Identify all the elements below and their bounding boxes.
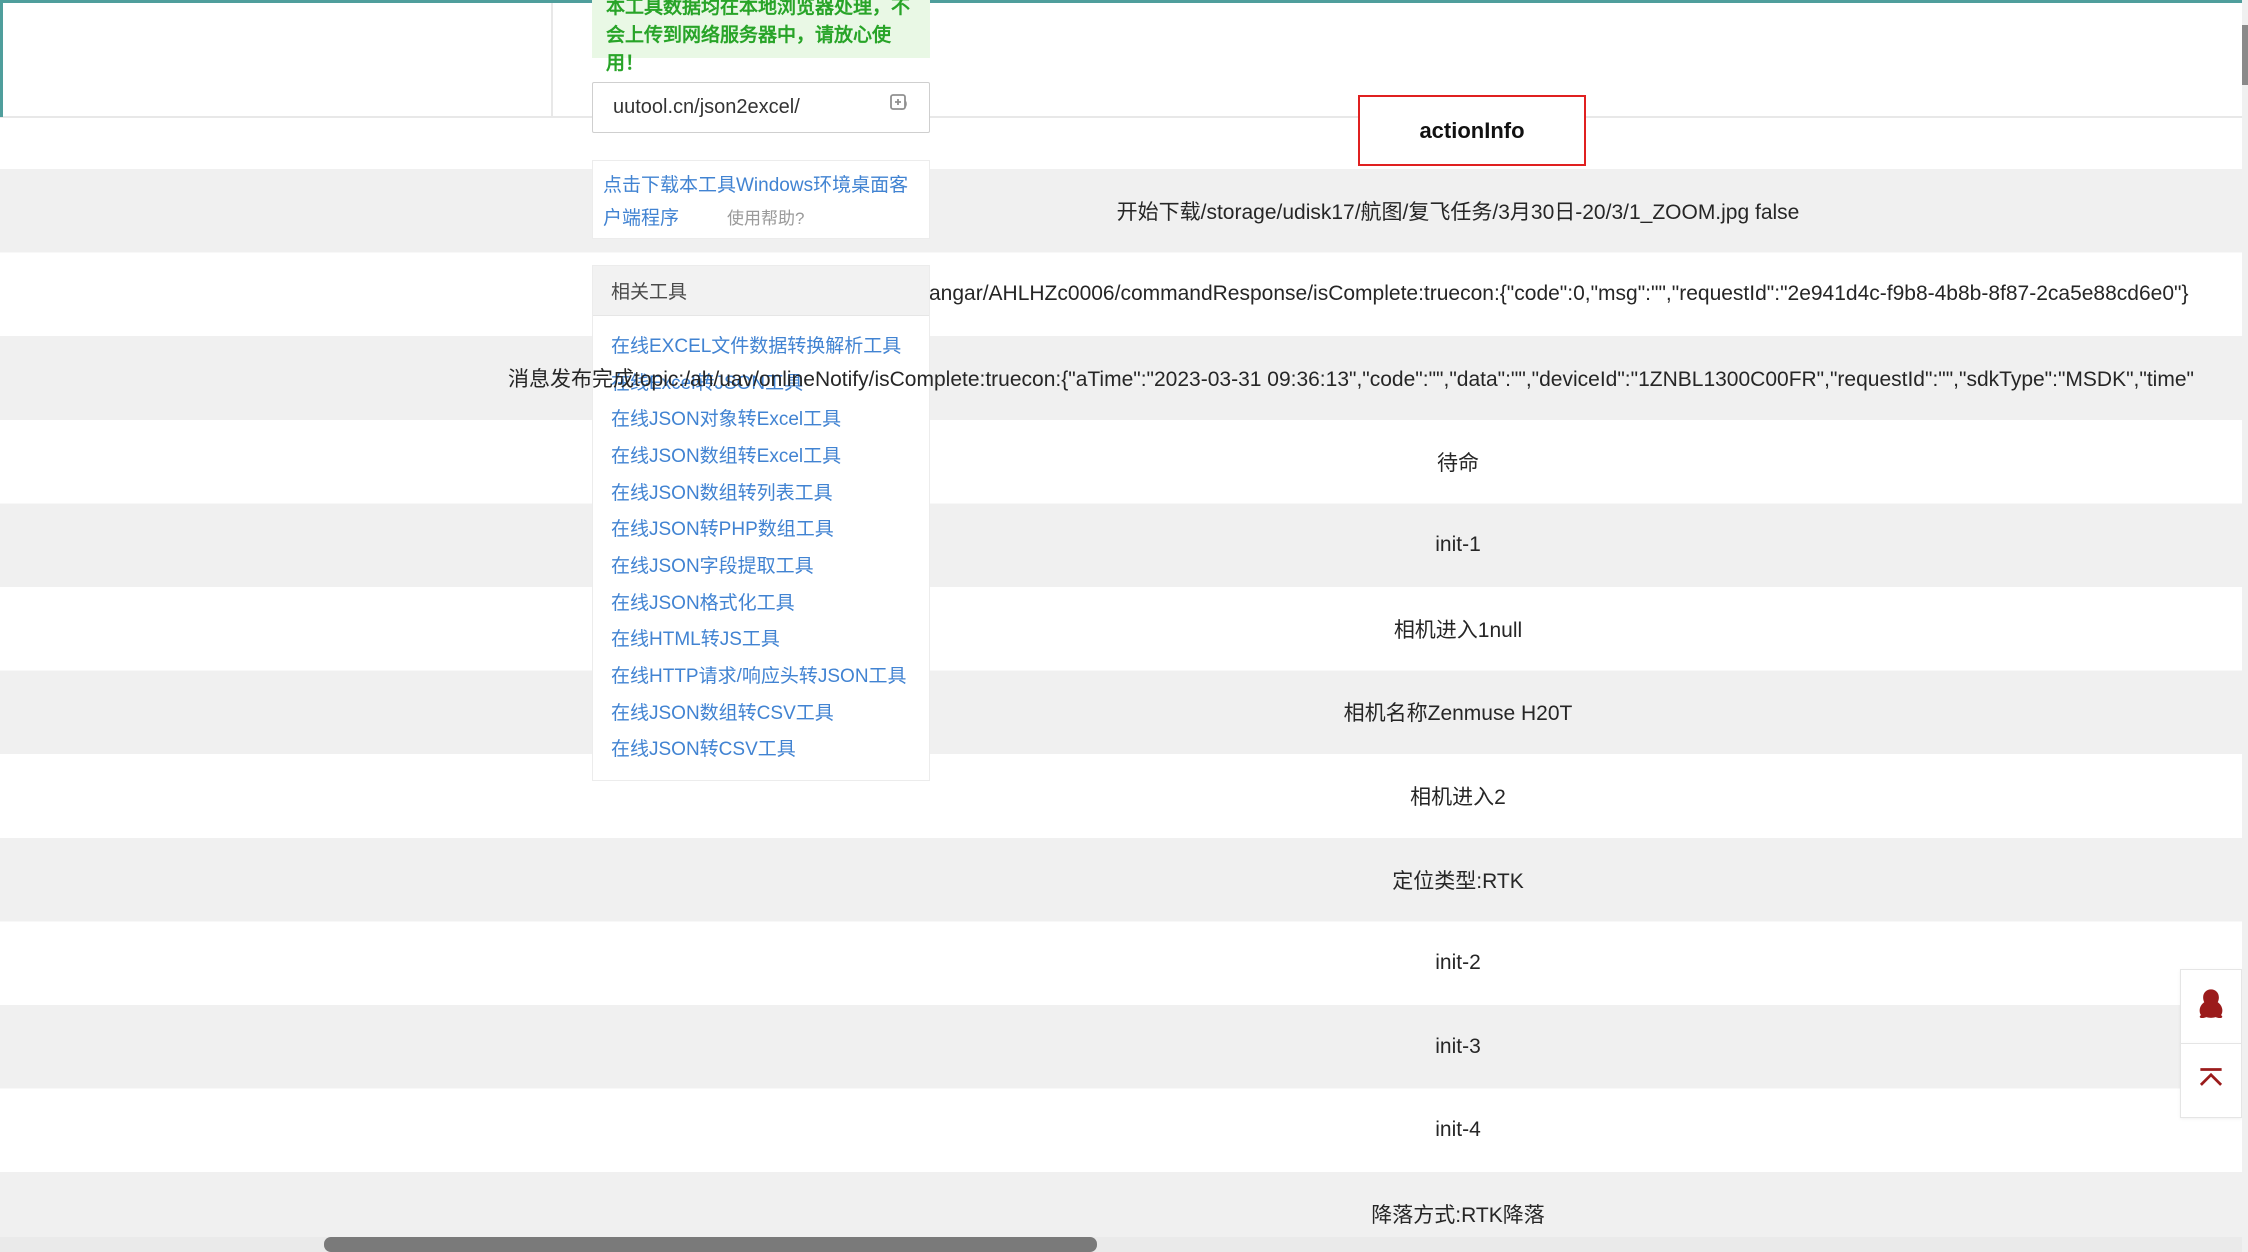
related-tool-link[interactable]: 在线JSON格式化工具 bbox=[611, 588, 795, 615]
vertical-scrollbar-thumb[interactable] bbox=[2242, 25, 2248, 85]
related-tool-link[interactable]: 在线JSON字段提取工具 bbox=[611, 551, 814, 578]
list-item: 在线JSON数组转列表工具 bbox=[611, 473, 929, 510]
row-text: 相机进入2 bbox=[1410, 781, 1506, 811]
list-item: 在线JSON字段提取工具 bbox=[611, 546, 929, 583]
vertical-scrollbar[interactable] bbox=[2242, 0, 2248, 1252]
table-row: init-4 bbox=[668, 1089, 2248, 1173]
table-header-cell-actioninfo[interactable]: actionInfo bbox=[1358, 95, 1586, 166]
textarea-left-border bbox=[0, 0, 3, 117]
list-item: 在线HTML转JS工具 bbox=[611, 620, 929, 657]
table-row: init-3 bbox=[668, 1005, 2248, 1089]
copy-icon bbox=[887, 92, 913, 123]
table-row: 消息发布完成topic:/ah/uav/onlineNotify/isCompl… bbox=[508, 336, 2194, 420]
textarea-top-border bbox=[0, 0, 2248, 3]
related-tool-link[interactable]: 在线JSON数组转CSV工具 bbox=[611, 698, 834, 725]
row-text: 消息发布完成topic:/ah/uav/onlineNotify/isCompl… bbox=[508, 363, 2194, 393]
row-text: init-2 bbox=[1435, 951, 1481, 975]
row-text: 待命 bbox=[1437, 447, 1479, 477]
qq-penguin-icon bbox=[2193, 986, 2229, 1027]
row-text: 相机名称Zenmuse H20T bbox=[1344, 697, 1573, 727]
related-tool-link[interactable]: 在线HTTP请求/响应头转JSON工具 bbox=[611, 661, 907, 688]
tool-url-box[interactable]: uutool.cn/json2excel/ bbox=[592, 82, 930, 133]
row-text: init-1 bbox=[1435, 533, 1481, 557]
related-tool-link[interactable]: 在线JSON数组转Excel工具 bbox=[611, 441, 841, 468]
local-processing-notice: 本工具数据均在本地浏览器处理，不会上传到网络服务器中，请放心使用！ bbox=[592, 0, 930, 58]
table-row: angar/AHLHZc0006/commandResponse/isCompl… bbox=[929, 253, 2188, 337]
list-item: 在线JSON数组转Excel工具 bbox=[611, 436, 929, 473]
table-header-label: actionInfo bbox=[1419, 118, 1524, 144]
usage-help-link[interactable]: 使用帮助? bbox=[727, 209, 804, 228]
table-row: 定位类型:RTK bbox=[668, 838, 2248, 922]
client-download-box: 点击下载本工具Windows环境桌面客户端程序使用帮助? bbox=[592, 160, 930, 239]
page: actionInfo 开始下载/storage/udisk17/航图/复飞任务/… bbox=[0, 0, 2248, 1252]
related-tools-title: 相关工具 bbox=[593, 266, 929, 316]
row-text: 定位类型:RTK bbox=[1392, 865, 1523, 895]
qq-contact-button[interactable] bbox=[2180, 969, 2242, 1044]
row-text: init-4 bbox=[1435, 1118, 1481, 1142]
list-item: 在线JSON数组转CSV工具 bbox=[611, 693, 929, 730]
back-to-top-button[interactable] bbox=[2180, 1043, 2242, 1118]
notice-text: 本工具数据均在本地浏览器处理，不会上传到网络服务器中，请放心使用！ bbox=[606, 0, 910, 74]
row-text: init-3 bbox=[1435, 1035, 1481, 1059]
horizontal-scrollbar-thumb[interactable] bbox=[324, 1237, 1097, 1252]
list-item: 在线JSON转CSV工具 bbox=[611, 730, 929, 767]
row-text: 开始下载/storage/udisk17/航图/复飞任务/3月30日-20/3/… bbox=[1117, 196, 1800, 226]
back-to-top-icon bbox=[2194, 1061, 2228, 1100]
list-item: 在线JSON格式化工具 bbox=[611, 583, 929, 620]
list-item: 在线HTTP请求/响应头转JSON工具 bbox=[611, 656, 929, 693]
row-text: angar/AHLHZc0006/commandResponse/isCompl… bbox=[929, 282, 2188, 306]
list-item: 在线JSON转PHP数组工具 bbox=[611, 509, 929, 546]
row-text: 相机进入1null bbox=[1394, 614, 1522, 644]
panel-divider-vertical bbox=[551, 0, 553, 117]
table-row: init-2 bbox=[668, 921, 2248, 1005]
related-tool-link[interactable]: 在线JSON转CSV工具 bbox=[611, 734, 796, 761]
horizontal-scrollbar[interactable] bbox=[0, 1237, 2248, 1252]
tool-url: uutool.cn/json2excel/ bbox=[613, 96, 885, 119]
row-text: 降落方式:RTK降落 bbox=[1371, 1199, 1544, 1229]
related-tool-link[interactable]: 在线JSON转PHP数组工具 bbox=[611, 514, 834, 541]
copy-url-button[interactable] bbox=[885, 93, 915, 123]
related-tool-link[interactable]: 在线JSON数组转列表工具 bbox=[611, 478, 833, 505]
panel-divider-horizontal bbox=[0, 116, 2248, 118]
related-tool-link[interactable]: 在线HTML转JS工具 bbox=[611, 624, 780, 651]
